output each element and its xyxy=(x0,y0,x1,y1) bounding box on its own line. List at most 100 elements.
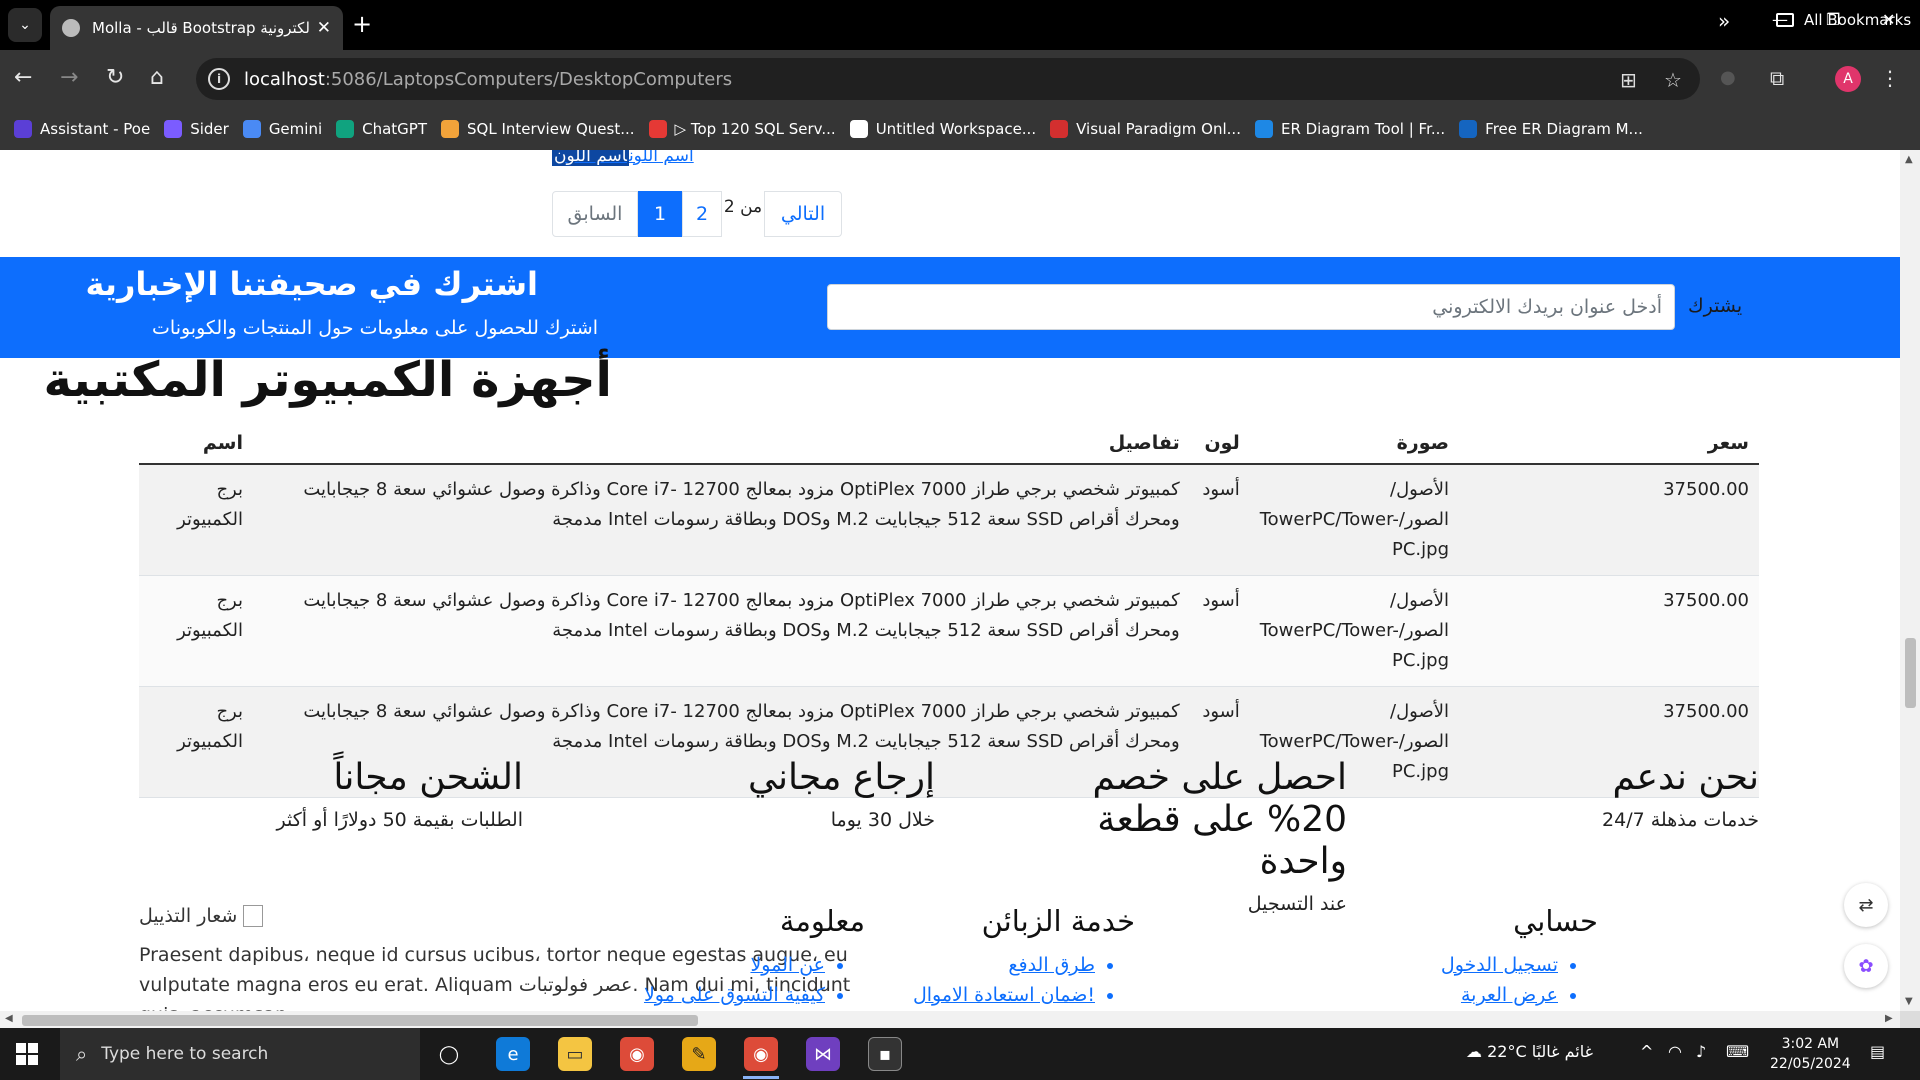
keyboard-icon[interactable]: ⌨ xyxy=(1726,1042,1749,1061)
windows-start-icon[interactable] xyxy=(16,1043,38,1065)
scroll-left-icon[interactable]: ◀ xyxy=(5,1013,13,1024)
address-bar[interactable]: i localhost:5086/LaptopsComputers/Deskto… xyxy=(196,58,1700,100)
broken-image-icon xyxy=(243,905,264,927)
browser-tab[interactable]: Molla - قالب Bootstrap الإلكترونية ✕ xyxy=(50,6,343,50)
extensions-puzzle-icon[interactable]: ⧉ xyxy=(1770,65,1784,91)
feature-returns: إرجاع مجاني خلال 30 يوما xyxy=(535,757,935,831)
footer-account-column: حسابي تسجيل الدخول عرض العربة xyxy=(1441,904,1598,1010)
file-explorer-icon[interactable]: ▭ xyxy=(558,1037,592,1071)
footer-link[interactable]: عرض العربة xyxy=(1441,980,1558,1010)
pagination-next[interactable]: التالي xyxy=(764,191,842,237)
extension-icon[interactable]: ● xyxy=(1720,65,1736,91)
assistant-brain-icon[interactable]: ✿ xyxy=(1844,944,1888,988)
footer-link[interactable]: عن المولا xyxy=(644,950,825,980)
table-row: 37500.00 الأصول/الصور/TowerPC/Tower-PC.j… xyxy=(139,464,1759,576)
vertical-scrollbar[interactable]: ▲ ▼ xyxy=(1900,150,1920,1011)
tab-close-icon[interactable]: ✕ xyxy=(317,18,331,38)
bookmark-item[interactable]: Free ER Diagram M... xyxy=(1459,120,1643,138)
taskbar-search[interactable]: ⌕ Type here to search xyxy=(60,1028,420,1080)
horizontal-scrollbar[interactable]: ◀ ▶ xyxy=(0,1011,1900,1028)
cell-color: أسود xyxy=(1189,575,1250,687)
bookmarks-bar: Assistant - Poe Sider Gemini ChatGPT SQL Int… xyxy=(0,108,1920,150)
tab-bar: ⌄ Molla - قالب Bootstrap الإلكترونية ✕ +… xyxy=(0,0,1920,50)
translate-icon[interactable]: ⊞ xyxy=(1620,68,1637,92)
search-icon: ⌕ xyxy=(76,1042,88,1066)
scroll-right-icon[interactable]: ▶ xyxy=(1885,1013,1893,1024)
weather-widget[interactable]: ☁ 22°C غائم غالبًا xyxy=(1466,1042,1593,1061)
footer-link[interactable]: !ضمان استعادة الاموال xyxy=(913,980,1095,1010)
footer-link[interactable]: تسجيل الدخول xyxy=(1441,950,1558,980)
cell-details: كمبيوتر شخصي برجي طراز OptiPlex 7000 مزو… xyxy=(253,464,1190,576)
scroll-up-icon[interactable]: ▲ xyxy=(1905,154,1913,165)
tab-search-chevron-icon[interactable]: ⌄ xyxy=(8,8,42,42)
profile-avatar[interactable]: A xyxy=(1835,66,1861,92)
subscribe-button[interactable]: يشترك xyxy=(1688,295,1742,317)
feature-title: نحن ندعم xyxy=(1612,757,1759,798)
feature-shipping: الشحن مجاناً الطلبات بقيمة 50 دولارًا أو… xyxy=(139,757,523,831)
bookmark-item[interactable]: Visual Paradigm Onl... xyxy=(1050,120,1241,138)
more-bookmarks-icon[interactable]: » xyxy=(1718,9,1730,33)
all-bookmarks-button[interactable]: All Bookmarks xyxy=(1776,11,1911,29)
chrome-icon[interactable]: ◉ xyxy=(620,1037,654,1071)
feature-title: الشحن مجاناً xyxy=(333,757,523,798)
bookmark-item[interactable]: Sider xyxy=(164,120,229,138)
browser-menu-icon[interactable]: ⋮ xyxy=(1880,65,1900,91)
home-icon[interactable]: ⌂ xyxy=(150,65,164,91)
task-view-icon[interactable]: ◯ xyxy=(432,1037,466,1071)
app-icon[interactable]: ✎ xyxy=(682,1037,716,1071)
scroll-down-icon[interactable]: ▼ xyxy=(1905,996,1913,1007)
footer-link[interactable]: كيفية التسوق على مولا xyxy=(644,980,825,1010)
cell-image: الأصول/الصور/TowerPC/Tower-PC.jpg xyxy=(1249,575,1459,687)
bookmark-item[interactable]: Assistant - Poe xyxy=(14,120,150,138)
active-app-indicator xyxy=(743,1076,779,1079)
cell-image: الأصول/الصور/TowerPC/Tower-PC.jpg xyxy=(1249,464,1459,576)
bookmark-favicon-icon xyxy=(336,120,355,138)
cell-name: برج الكمبيوتر xyxy=(139,464,253,576)
bookmark-item[interactable]: SQL Interview Quest... xyxy=(441,120,635,138)
bookmark-item[interactable]: ChatGPT xyxy=(336,120,427,138)
notifications-icon[interactable]: ▤ xyxy=(1870,1042,1885,1061)
scroll-thumb[interactable] xyxy=(22,1015,698,1026)
bookmark-item[interactable]: Gemini xyxy=(242,120,322,138)
visual-studio-icon[interactable]: ⋈ xyxy=(806,1037,840,1071)
forward-arrow-icon[interactable]: → xyxy=(60,65,78,91)
site-info-icon[interactable]: i xyxy=(208,68,230,90)
bookmark-favicon-icon xyxy=(849,120,868,138)
pagination-of-text: من 2 xyxy=(722,191,764,237)
footer-info-title: معلومة xyxy=(779,904,865,938)
terminal-icon[interactable]: ▪ xyxy=(868,1037,902,1071)
newsletter-email-input[interactable]: أدخل عنوان بريدك الالكتروني xyxy=(827,284,1675,330)
new-tab-button[interactable]: + xyxy=(352,10,372,38)
system-clock[interactable]: 3:02 AM 22/05/2024 xyxy=(1770,1034,1851,1074)
back-arrow-icon[interactable]: ← xyxy=(14,65,32,91)
network-icon[interactable]: ◠ xyxy=(1668,1042,1682,1061)
footer-service-title: خدمة الزبائن xyxy=(981,904,1135,938)
tray-chevron-icon[interactable]: ^ xyxy=(1640,1042,1653,1061)
pagination-page-2[interactable]: 2 xyxy=(682,191,722,237)
table-header-row: سعر صورة لون تفاصيل اسم xyxy=(139,422,1759,465)
header-details: تفاصيل xyxy=(253,422,1190,465)
url-text[interactable]: localhost:5086/LaptopsComputers/DesktopC… xyxy=(244,69,732,90)
cell-price: 37500.00 xyxy=(1459,464,1759,576)
bookmark-favicon-icon xyxy=(1459,120,1478,138)
cell-name: برج الكمبيوتر xyxy=(139,575,253,687)
feature-text: خدمات مذهلة 24/7 xyxy=(1602,809,1759,831)
bookmark-star-icon[interactable]: ☆ xyxy=(1664,68,1682,92)
volume-icon[interactable]: ♪ xyxy=(1696,1042,1706,1061)
bookmark-favicon-icon xyxy=(242,120,261,138)
weather-cloud-icon: ☁ xyxy=(1466,1042,1488,1061)
bookmark-item[interactable]: ER Diagram Tool | Fr... xyxy=(1254,120,1445,138)
reload-icon[interactable]: ↻ xyxy=(106,65,124,91)
edge-icon[interactable]: e xyxy=(496,1037,530,1071)
bookmark-favicon-icon xyxy=(1050,120,1069,138)
pagination-page-1[interactable]: 1 xyxy=(638,191,682,237)
browser-toolbar: ← → ↻ ⌂ i localhost:5086/LaptopsComputer… xyxy=(0,50,1920,108)
color-name-link[interactable]: اسم اللوناسم اللون xyxy=(552,150,694,166)
chrome-profile-icon[interactable]: ◉ xyxy=(744,1037,778,1071)
bookmark-item[interactable]: Untitled Workspace... xyxy=(849,120,1036,138)
translate-float-icon[interactable]: ⇄ xyxy=(1844,883,1888,927)
pagination-prev[interactable]: السابق xyxy=(552,191,638,237)
scroll-thumb[interactable] xyxy=(1905,638,1916,708)
footer-link[interactable]: طرق الدفع xyxy=(913,950,1095,980)
bookmark-item[interactable]: ▷ Top 120 SQL Serv... xyxy=(648,120,836,138)
